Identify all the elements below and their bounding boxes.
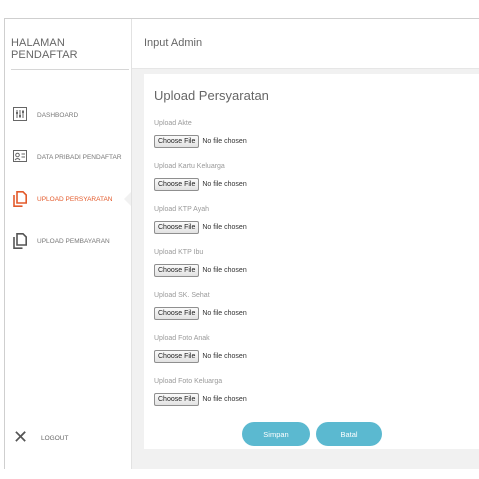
field-label: Upload Akte <box>154 120 192 127</box>
sidebar-item-upload-persyaratan[interactable]: UPLOAD PERSYARATAN <box>5 178 132 220</box>
sidebar-brand: HALAMAN PENDAFTAR <box>11 37 78 61</box>
upload-foto-keluarga-field: Upload Foto Keluarga Choose File No file… <box>154 378 247 406</box>
field-label: Upload Foto Keluarga <box>154 378 223 385</box>
sidebar-item-label: DATA PRIBADI PENDAFTAR <box>37 153 122 161</box>
sidebar-divider <box>11 69 129 70</box>
file-status: No file chosen <box>202 310 247 317</box>
choose-file-button[interactable]: Choose File <box>154 350 200 363</box>
field-label: Upload Foto Anak <box>154 335 210 342</box>
upload-ktp-ayah-field: Upload KTP Ayah Choose File No file chos… <box>154 206 247 234</box>
sidebar: HALAMAN PENDAFTAR DASHBOARD DATA PRIBADI… <box>5 19 132 469</box>
upload-kartu-keluarga-field: Upload Kartu Keluarga Choose File No fil… <box>154 163 247 191</box>
sidebar-item-label: DASHBOARD <box>37 111 79 119</box>
app-window: HALAMAN PENDAFTAR DASHBOARD DATA PRIBADI… <box>4 18 479 470</box>
main-area: Input Admin Upload Persyaratan Upload Ak… <box>131 19 479 469</box>
page-title: Input Admin <box>144 37 203 49</box>
file-status: No file chosen <box>202 267 247 274</box>
sidebar-item-label: UPLOAD PERSYARATAN <box>37 195 113 203</box>
save-button[interactable]: Simpan <box>242 422 310 446</box>
dashboard-icon <box>13 107 27 123</box>
logout-label: LOGOUT <box>41 434 69 442</box>
upload-ktp-ibu-field: Upload KTP Ibu Choose File No file chose… <box>154 249 247 277</box>
choose-file-button[interactable]: Choose File <box>154 264 200 277</box>
sidebar-nav: DASHBOARD DATA PRIBADI PENDAFTAR UPLOAD … <box>5 94 132 262</box>
file-status: No file chosen <box>202 138 247 145</box>
logout-button[interactable]: ✕ LOGOUT <box>13 429 68 447</box>
cancel-button[interactable]: Batal <box>316 422 382 446</box>
field-label: Upload Kartu Keluarga <box>154 163 225 170</box>
file-status: No file chosen <box>202 396 247 403</box>
choose-file-button[interactable]: Choose File <box>154 221 200 234</box>
header-bar: Input Admin <box>132 19 479 69</box>
documents-icon <box>13 233 27 249</box>
upload-foto-anak-field: Upload Foto Anak Choose File No file cho… <box>154 335 247 363</box>
field-label: Upload SK. Sehat <box>154 292 210 299</box>
upload-sk-sehat-field: Upload SK. Sehat Choose File No file cho… <box>154 292 247 320</box>
choose-file-button[interactable]: Choose File <box>154 178 200 191</box>
top-frame <box>0 0 479 12</box>
sidebar-item-upload-pembayaran[interactable]: UPLOAD PEMBAYARAN <box>5 220 131 262</box>
sidebar-item-data-pribadi[interactable]: DATA PRIBADI PENDAFTAR <box>5 136 131 178</box>
form-title: Upload Persyaratan <box>154 88 269 103</box>
upload-form-card: Upload Persyaratan Upload Akte Choose Fi… <box>144 74 479 449</box>
sidebar-item-label: UPLOAD PEMBAYARAN <box>37 237 110 245</box>
id-card-icon <box>13 149 27 165</box>
choose-file-button[interactable]: Choose File <box>154 307 200 320</box>
choose-file-button[interactable]: Choose File <box>154 393 200 406</box>
bottom-frame <box>0 469 479 479</box>
choose-file-button[interactable]: Choose File <box>154 135 200 148</box>
file-status: No file chosen <box>202 224 247 231</box>
field-label: Upload KTP Ibu <box>154 249 204 256</box>
field-label: Upload KTP Ayah <box>154 206 210 213</box>
sidebar-item-dashboard[interactable]: DASHBOARD <box>5 94 131 136</box>
documents-icon <box>13 191 27 207</box>
upload-akte-field: Upload Akte Choose File No file chosen <box>154 120 247 148</box>
close-icon: ✕ <box>13 427 29 448</box>
file-status: No file chosen <box>202 181 247 188</box>
file-status: No file chosen <box>202 353 247 360</box>
